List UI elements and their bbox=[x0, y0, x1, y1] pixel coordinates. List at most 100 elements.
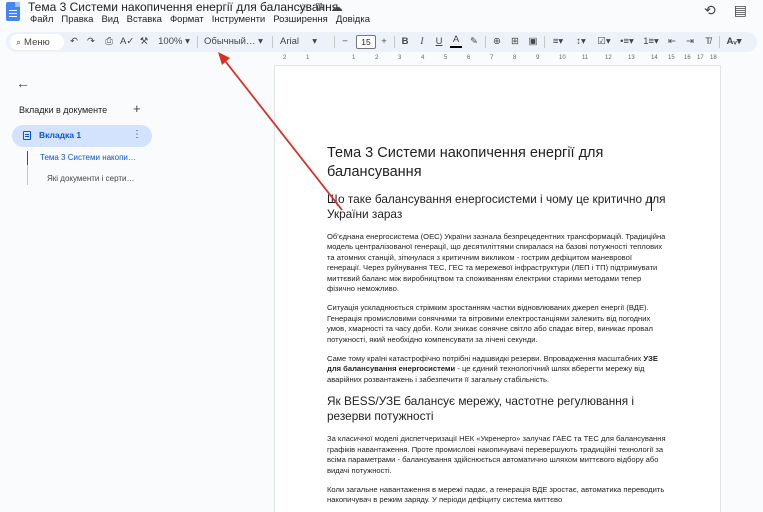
document-page[interactable]: Тема 3 Системи накопичення енергії для б… bbox=[275, 66, 720, 512]
cloud-status-icon[interactable]: ☁ bbox=[332, 1, 343, 14]
paint-format-icon[interactable]: ⚒ bbox=[138, 32, 150, 52]
paragraph-3[interactable]: Саме тому країні катастрофічно потрібні … bbox=[327, 354, 667, 385]
ruler-tick: 18 bbox=[710, 55, 717, 61]
docs-logo-icon[interactable] bbox=[6, 2, 20, 21]
ruler-tick: 4 bbox=[421, 55, 425, 61]
font-size-decrease-icon[interactable]: − bbox=[339, 32, 351, 52]
toolbar: ⌕ Меню ↶ ↷ ⎙ A✓ ⚒ 100% ▾ Обычный… ▾ Arial… bbox=[6, 32, 757, 52]
ruler-tick: 5 bbox=[444, 55, 448, 61]
font-size-increase-icon[interactable]: + bbox=[378, 32, 390, 52]
ruler-tick: 1 bbox=[306, 55, 310, 61]
horizontal-ruler[interactable]: 2 1 1 2 3 4 5 6 7 8 9 10 11 12 13 14 15 … bbox=[275, 53, 720, 63]
menu-help[interactable]: Довідка bbox=[336, 14, 370, 26]
comments-icon[interactable]: ▤ bbox=[734, 2, 747, 19]
menu-bar: Файл Правка Вид Вставка Формат Інструмен… bbox=[30, 14, 370, 26]
ruler-tick: 9 bbox=[536, 55, 540, 61]
zoom-value: 100% bbox=[158, 36, 183, 47]
font-select[interactable]: Arial ▾ bbox=[280, 32, 330, 52]
outline-item-heading[interactable]: Тема 3 Системи накопи… bbox=[40, 153, 136, 162]
back-arrow-icon[interactable]: ← bbox=[16, 75, 30, 91]
toolbar-divider bbox=[197, 36, 198, 48]
add-tab-button[interactable]: + bbox=[133, 101, 141, 116]
text-cursor bbox=[651, 197, 652, 211]
menu-file[interactable]: Файл bbox=[30, 14, 53, 26]
section-heading-2[interactable]: Як BESS/УЗЕ балансує мережу, частотне ре… bbox=[327, 394, 667, 424]
paragraph-1[interactable]: Об'єднана енергосистема (ОЕС) України за… bbox=[327, 232, 667, 294]
zoom-select[interactable]: 100% ▾ bbox=[156, 32, 192, 52]
italic-icon[interactable]: I bbox=[416, 32, 428, 52]
menu-search-label: Меню bbox=[24, 37, 50, 48]
text-color-icon[interactable]: A bbox=[450, 32, 462, 48]
section-heading-1[interactable]: Що таке балансування енергосистеми і чом… bbox=[327, 192, 667, 222]
indent-increase-icon[interactable]: ⇥ bbox=[684, 32, 696, 52]
spelling-mode-icon[interactable]: Aᵥ▾ bbox=[724, 32, 744, 52]
toolbar-divider bbox=[485, 36, 486, 48]
tab-label: Вкладка 1 bbox=[39, 130, 82, 140]
bold-icon[interactable]: B bbox=[399, 32, 411, 52]
tab-item-1[interactable]: Вкладка 1 ⋮ bbox=[12, 125, 152, 147]
bullet-list-icon[interactable]: •≡▾ bbox=[618, 32, 636, 52]
header-right-actions: ⟲ ▤ bbox=[704, 2, 747, 19]
redo-icon[interactable]: ↷ bbox=[85, 32, 97, 52]
version-history-icon[interactable]: ⟲ bbox=[704, 2, 716, 19]
ruler-tick: 1 bbox=[352, 55, 356, 61]
ruler-tick: 3 bbox=[398, 55, 402, 61]
outline-guide-active bbox=[27, 151, 28, 165]
search-icon: ⌕ bbox=[16, 37, 22, 47]
menu-extensions[interactable]: Розширення bbox=[273, 14, 328, 26]
paragraph-3-text: Саме тому країні катастрофічно потрібні … bbox=[327, 354, 644, 364]
ruler-tick: 7 bbox=[490, 55, 494, 61]
ruler-tick: 11 bbox=[582, 55, 589, 61]
underline-icon[interactable]: U bbox=[433, 32, 445, 52]
toolbar-divider bbox=[334, 36, 335, 48]
indent-decrease-icon[interactable]: ⇤ bbox=[666, 32, 678, 52]
ruler-tick: 15 bbox=[668, 55, 675, 61]
font-size-input[interactable]: 15 bbox=[356, 35, 376, 49]
ruler-tick: 10 bbox=[559, 55, 566, 61]
toolbar-divider bbox=[272, 36, 273, 48]
checklist-icon[interactable]: ☑▾ bbox=[595, 32, 613, 52]
comment-icon[interactable]: ⊞ bbox=[509, 32, 521, 52]
style-value: Обычный… bbox=[204, 36, 256, 47]
document-body[interactable]: Тема 3 Системи накопичення енергії для б… bbox=[327, 144, 667, 512]
numbered-list-icon[interactable]: 1≡▾ bbox=[642, 32, 660, 52]
toolbar-divider bbox=[719, 36, 720, 48]
document-title[interactable]: Тема 3 Системи накопичення енергії для б… bbox=[28, 0, 338, 14]
menu-view[interactable]: Вид bbox=[101, 14, 118, 26]
toolbar-divider bbox=[394, 36, 395, 48]
ruler-tick: 16 bbox=[684, 55, 691, 61]
document-heading[interactable]: Тема 3 Системи накопичення енергії для б… bbox=[327, 144, 667, 182]
ruler-tick: 14 bbox=[651, 55, 658, 61]
more-options-icon[interactable]: ⋮ bbox=[132, 129, 142, 140]
menu-format[interactable]: Формат bbox=[170, 14, 204, 26]
menu-insert[interactable]: Вставка bbox=[127, 14, 162, 26]
title-actions: ☆ ⧉ ☁ bbox=[298, 1, 343, 14]
link-icon[interactable]: ⊕ bbox=[491, 32, 503, 52]
menu-tools[interactable]: Інструменти bbox=[212, 14, 266, 26]
image-icon[interactable]: ▣ bbox=[527, 32, 539, 52]
toolbar-divider bbox=[544, 36, 545, 48]
clear-format-icon[interactable]: T̸ bbox=[702, 32, 714, 52]
star-icon[interactable]: ☆ bbox=[298, 1, 308, 14]
menu-search-button[interactable]: ⌕ Меню bbox=[10, 34, 64, 50]
title-bar: Тема 3 Системи накопичення енергії для б… bbox=[0, 0, 763, 30]
paragraph-5[interactable]: Коли загальне навантаження в мережі пада… bbox=[327, 485, 667, 506]
font-value: Arial bbox=[280, 36, 300, 47]
style-select[interactable]: Обычный… ▾ bbox=[204, 32, 268, 52]
outline-item-subheading[interactable]: Які документи і серти… bbox=[47, 174, 134, 183]
document-tabs-sidebar: ← Вкладки в документе + Вкладка 1 ⋮ Тема… bbox=[0, 63, 160, 512]
spellcheck-icon[interactable]: A✓ bbox=[120, 32, 134, 52]
ruler-tick: 6 bbox=[467, 55, 471, 61]
align-icon[interactable]: ≡▾ bbox=[549, 32, 567, 52]
menu-edit[interactable]: Правка bbox=[61, 14, 93, 26]
undo-icon[interactable]: ↶ bbox=[68, 32, 80, 52]
ruler-tick: 2 bbox=[375, 55, 379, 61]
highlight-icon[interactable]: ✎ bbox=[468, 32, 480, 52]
move-folder-icon[interactable]: ⧉ bbox=[316, 1, 324, 14]
paragraph-2[interactable]: Ситуація ускладнюється стрімким зростанн… bbox=[327, 303, 667, 345]
ruler-tick: 13 bbox=[628, 55, 635, 61]
ruler-tick: 12 bbox=[605, 55, 612, 61]
paragraph-4[interactable]: За класичної моделі диспетчеризації НЕК … bbox=[327, 434, 667, 476]
line-spacing-icon[interactable]: ↕▾ bbox=[572, 32, 590, 52]
print-icon[interactable]: ⎙ bbox=[103, 32, 115, 52]
